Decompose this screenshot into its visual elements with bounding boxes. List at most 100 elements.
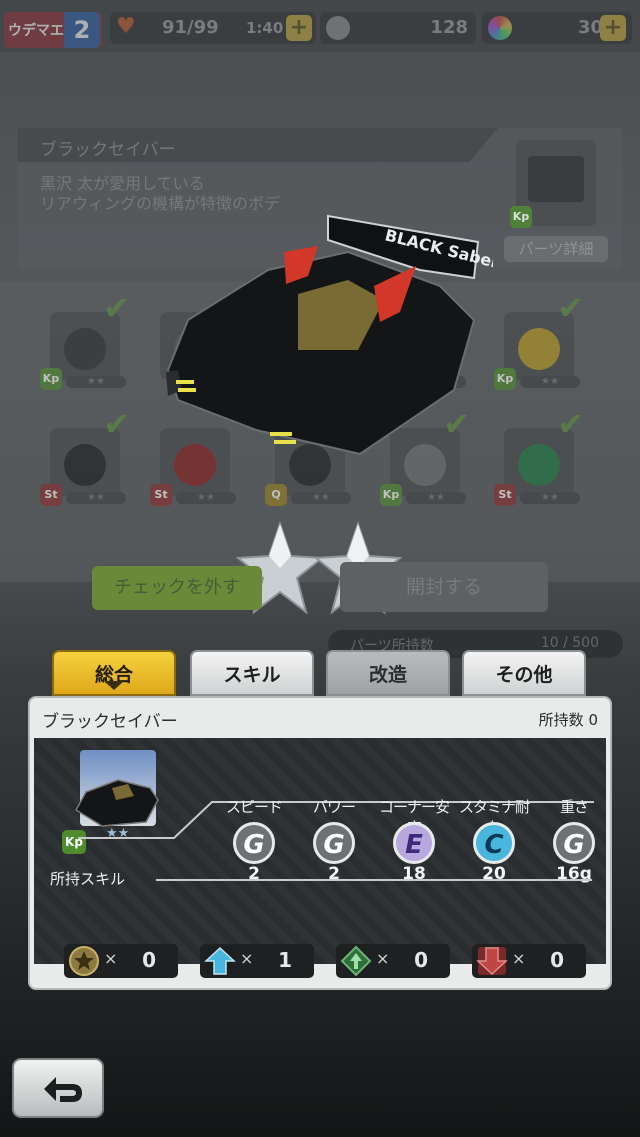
part-detail-button[interactable]: パーツ詳細 (504, 236, 608, 262)
part-rarity-bar: ★★ (520, 376, 580, 388)
skill-count: 1 (278, 948, 292, 972)
part-rarity-bar: ★★ (406, 492, 466, 504)
owned-count-label: 所持数 (538, 711, 584, 729)
part-type-badge: Kp (40, 368, 62, 390)
detail-panel: ブラックセイバー 所持数 0 ★★ Kp スピードG2パワーG2コーナー安定E1… (28, 696, 612, 990)
skill-multiplier: × (376, 949, 390, 968)
coin-icon (326, 16, 350, 40)
skill-slot[interactable]: × 0 (64, 944, 178, 978)
check-icon: ✔ (557, 405, 584, 443)
diamond-arrow-skill-icon (340, 945, 372, 977)
stat-value: 16g (556, 864, 592, 884)
tab-label: その他 (495, 664, 553, 686)
part-shape (64, 444, 106, 486)
part-shape (64, 328, 106, 370)
currency-a-pill: 128 (320, 12, 476, 44)
part-rarity-bar: ★★ (291, 492, 351, 504)
skill-slot[interactable]: × 0 (336, 944, 450, 978)
check-icon: ✔ (103, 405, 130, 443)
part-rarity-bar: ★★ (66, 492, 126, 504)
tab-label: 改造 (368, 664, 407, 686)
currency-a-value: 128 (430, 17, 468, 38)
game-screen: { "status_bar": { "rank_label": "ウデマエ", … (0, 0, 640, 1137)
back-button[interactable] (12, 1058, 104, 1118)
up-arrow-skill-icon (204, 946, 236, 975)
tab-indicator-icon (104, 681, 124, 690)
part-shape (518, 328, 560, 370)
stat-grade: G (553, 822, 595, 864)
add-currency-button[interactable]: + (600, 15, 626, 41)
part-slot[interactable]: ✔ Kp ★★ (40, 292, 130, 392)
stamina-value: 91/99 (162, 17, 219, 38)
owned-count: 所持数 0 (539, 709, 598, 730)
part-type-badge: St (494, 484, 516, 506)
currency-b-pill[interactable]: 30 + (482, 12, 632, 44)
part-type-badge: Kp (380, 484, 402, 506)
rank-label: ウデマエ (8, 23, 64, 39)
skill-count: 0 (550, 948, 564, 972)
add-stamina-button[interactable]: + (286, 15, 312, 41)
tab-3[interactable]: 改造 (326, 650, 450, 696)
part-type-badge: Kp (494, 368, 516, 390)
heart-icon: ♥ (116, 14, 136, 39)
part-type-badge: St (40, 484, 62, 506)
panel-header: ブラックセイバー 所持数 0 (30, 698, 610, 738)
thumbnail-badge: Kp (510, 206, 532, 228)
tab-2[interactable]: スキル (190, 650, 314, 696)
skill-multiplier: × (512, 949, 526, 968)
skill-multiplier: × (104, 949, 118, 968)
skill-multiplier: × (240, 949, 254, 968)
car-body-image: BLACK Saber (166, 214, 493, 456)
description-line-1: 黒沢 太が愛用している (40, 174, 205, 193)
part-type-badge: St (150, 484, 172, 506)
part-type-badge: Q (265, 484, 287, 506)
thumbnail-package (528, 156, 584, 202)
stamina-timer: 1:40 (246, 19, 284, 37)
stat-value: 2 (328, 864, 340, 884)
part-info-title: ブラックセイバー (18, 128, 498, 162)
tab-1[interactable]: 総合 (52, 650, 176, 696)
part-slot[interactable]: ✔ St ★★ (494, 408, 584, 508)
back-arrow-icon (44, 1077, 82, 1102)
stat-value: 2 (248, 864, 260, 884)
stat-grade: G (233, 822, 275, 864)
stat-label: パワー (312, 798, 356, 816)
skill-slot[interactable]: × 1 (200, 944, 314, 978)
skills-divider (156, 879, 592, 881)
open-button[interactable]: 開封する (340, 562, 548, 612)
skill-count: 0 (414, 948, 428, 972)
stat-label: 重さ (559, 798, 589, 816)
skills-label: 所持スキル (50, 870, 126, 888)
check-icon: ✔ (103, 289, 130, 327)
stamina-pill[interactable]: ♥ 91/99 1:40 + (110, 12, 316, 44)
part-rarity-bar: ★★ (66, 376, 126, 388)
status-bar: ウデマエ 2 ♥ 91/99 1:40 + 128 30 + (0, 0, 640, 52)
tab-label: スキル (223, 664, 281, 686)
tab-4[interactable]: その他 (462, 650, 586, 696)
part-rarity-bar: ★★ (176, 492, 236, 504)
star-skill-icon (69, 946, 99, 976)
uncheck-button[interactable]: チェックを外す (92, 566, 262, 610)
part-thumbnail: Kp (510, 140, 596, 228)
part-shape (518, 444, 560, 486)
stat-value: 20 (482, 864, 506, 884)
skill-count: 0 (142, 948, 156, 972)
stats-area: ★★ Kp スピードG2パワーG2コーナー安定E18スタミナ耐久C20重さG16… (34, 738, 606, 978)
part-slot[interactable]: ✔ Kp ★★ (494, 292, 584, 392)
owned-parts-value: 10 / 500 (540, 635, 599, 651)
stat-value: 18 (402, 864, 426, 884)
owned-count-value: 0 (588, 711, 598, 729)
rank-value: 2 (64, 12, 100, 48)
stat-grade: C (473, 822, 515, 864)
part-slot[interactable]: ✔ St ★★ (40, 408, 130, 508)
check-icon: ✔ (557, 289, 584, 327)
part-name: ブラックセイバー (42, 712, 178, 732)
part-rarity-bar: ★★ (520, 492, 580, 504)
stat-grade: G (313, 822, 355, 864)
stat-grade: E (393, 822, 435, 864)
down-arrow-skill-icon (476, 947, 508, 976)
rank-badge: ウデマエ 2 (4, 12, 102, 48)
skill-slot[interactable]: × 0 (472, 944, 586, 978)
rainbow-gem-icon (488, 16, 512, 40)
stat-label: スピード (225, 798, 283, 816)
